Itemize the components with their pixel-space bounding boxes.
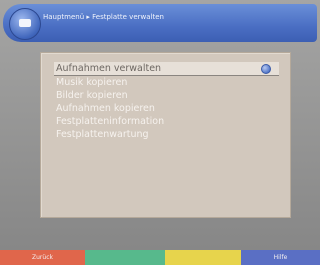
green-key-button[interactable] [85,250,165,265]
menu-panel: Aufnahmen verwalten Musik kopieren Bilde… [40,52,291,218]
menu-item-festplattenwartung[interactable]: Festplattenwartung [54,128,279,141]
blue-help-button[interactable]: Hilfe [241,250,320,265]
menu-item-label: Aufnahmen kopieren [56,103,155,114]
menu-item-aufnahmen-verwalten[interactable]: Aufnahmen verwalten [54,62,279,76]
menu-item-label: Musik kopieren [56,77,128,88]
menu-item-festplatteninformation[interactable]: Festplatteninformation [54,115,279,128]
selected-icon [261,64,271,74]
menu-item-bilder-kopieren[interactable]: Bilder kopieren [54,89,279,102]
menu-item-label: Bilder kopieren [56,90,128,101]
menu-item-musik-kopieren[interactable]: Musik kopieren [54,76,279,89]
menu-list: Aufnahmen verwalten Musik kopieren Bilde… [54,62,279,141]
menu-item-label: Festplattenwartung [56,129,149,140]
menu-item-aufnahmen-kopieren[interactable]: Aufnahmen kopieren [54,102,279,115]
yellow-key-button[interactable] [165,250,241,265]
screen-frame: Hauptmenü ▸ Festplatte verwalten Aufnahm… [0,0,320,265]
breadcrumb-title: Hauptmenü ▸ Festplatte verwalten [43,13,164,21]
menu-item-label: Aufnahmen verwalten [56,63,162,74]
tv-screen-shape [19,19,31,27]
menu-item-label: Festplatteninformation [56,116,165,127]
tv-icon [9,8,41,40]
title-bar: Hauptmenü ▸ Festplatte verwalten [3,4,317,42]
red-back-button[interactable]: Zurück [0,250,85,265]
color-key-bar: Zurück Hilfe [0,250,320,265]
